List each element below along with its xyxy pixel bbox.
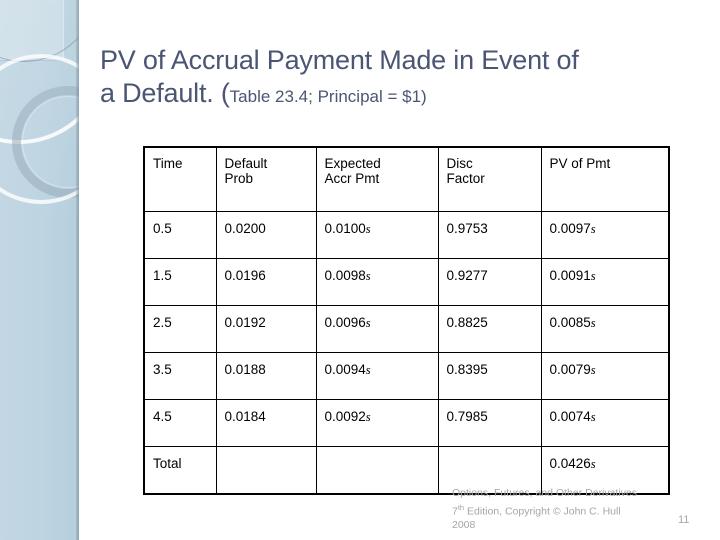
cell-expected-accr-pmt: 0.0098s	[315, 258, 439, 306]
cell-expected-accr-pmt: 0.0096s	[315, 305, 439, 353]
cell-default-prob: 0.0192	[215, 305, 317, 353]
page-title: PV of Accrual Payment Made in Event of a…	[100, 44, 680, 113]
spread-variable-symbol: s	[590, 269, 596, 283]
table-body: 0.5 0.0200 0.0100s 0.9753 0.0097s 1.5 0.…	[143, 211, 670, 495]
column-header-expected-accr-pmt-l1: Expected	[324, 156, 381, 171]
table-header: Time Default Prob Expected Accr Pmt Disc…	[143, 146, 670, 212]
cell-disc-factor: 0.8825	[437, 305, 542, 353]
band-shading	[0, 0, 79, 540]
column-header-time-l1: Time	[153, 156, 183, 171]
column-header-disc-factor-l1: Disc	[446, 156, 473, 171]
band-edge-line	[76, 0, 79, 540]
cell-expected-accr-pmt: 0.0092s	[315, 399, 439, 447]
title-line-2: a Default. (Table 23.4; Principal = $1)	[100, 77, 680, 113]
footer-line-2: 7th Edition, Copyright © John C. Hull	[452, 501, 682, 519]
footer-copyright-text: Edition, Copyright © John C. Hull	[464, 505, 621, 517]
spread-variable-symbol: s	[590, 222, 596, 236]
cell-pv-of-pmt: 0.0085s	[540, 305, 670, 353]
cell-pv-of-pmt: 0.0097s	[540, 211, 670, 259]
cell-pv-of-pmt: 0.0079s	[540, 352, 670, 400]
table-row: 2.5 0.0192 0.0096s 0.8825 0.0085s	[143, 305, 670, 353]
column-header-expected-accr-pmt: Expected Accr Pmt	[315, 146, 439, 212]
title-line-1: PV of Accrual Payment Made in Event of	[100, 45, 579, 75]
column-header-time: Time	[143, 146, 217, 212]
spread-variable-symbol: s	[590, 457, 596, 471]
title-line-2-main: a Default.	[100, 78, 221, 108]
column-header-disc-factor-l2: Factor	[446, 171, 485, 186]
column-header-default-prob-l1: Default	[224, 156, 268, 171]
spread-variable-symbol: s	[590, 410, 596, 424]
spread-variable-symbol: s	[365, 222, 371, 236]
title-paren-open: (	[220, 78, 230, 108]
footer-line-3: 2008	[452, 518, 476, 531]
cell-disc-factor: 0.8395	[437, 352, 542, 400]
cell-time: 0.5	[143, 211, 217, 259]
footer-line-1: Options, Futures, and Other Derivatives	[452, 487, 637, 499]
column-header-expected-accr-pmt-l2: Accr Pmt	[324, 171, 380, 186]
spread-variable-symbol: s	[590, 363, 596, 377]
footer-credit: Options, Futures, and Other Derivatives …	[452, 487, 682, 532]
table-row: 1.5 0.0196 0.0098s 0.9277 0.0091s	[143, 258, 670, 306]
cell-expected-accr-pmt: 0.0094s	[315, 352, 439, 400]
table-header-row: Time Default Prob Expected Accr Pmt Disc…	[143, 146, 670, 212]
cell-default-prob: 0.0200	[215, 211, 317, 259]
cell-expected-accr-pmt: 0.0100s	[315, 211, 439, 259]
column-header-pv-of-pmt: PV of Pmt	[540, 146, 670, 212]
cell-default-prob: 0.0188	[215, 352, 317, 400]
accrual-payment-table: Time Default Prob Expected Accr Pmt Disc…	[143, 146, 670, 495]
cell-pv-of-pmt: 0.0091s	[540, 258, 670, 306]
title-subnote: Table 23.4; Principal = $1)	[229, 87, 427, 106]
table-row: 0.5 0.0200 0.0100s 0.9753 0.0097s	[143, 211, 670, 259]
cell-total-expected-accr-pmt	[315, 446, 439, 495]
spread-variable-symbol: s	[365, 316, 371, 330]
cell-disc-factor: 0.7985	[437, 399, 542, 447]
column-header-disc-factor: Disc Factor	[437, 146, 542, 212]
column-header-default-prob: Default Prob	[215, 146, 317, 212]
cell-default-prob: 0.0196	[215, 258, 317, 306]
cell-time: 4.5	[143, 399, 217, 447]
spread-variable-symbol: s	[365, 363, 371, 377]
cell-total-label: Total	[143, 446, 217, 495]
cell-time: 1.5	[143, 258, 217, 306]
spread-variable-symbol: s	[365, 269, 371, 283]
column-header-default-prob-l2: Prob	[224, 171, 254, 186]
spread-variable-symbol: s	[365, 410, 371, 424]
table-row: 4.5 0.0184 0.0092s 0.7985 0.0074s	[143, 399, 670, 447]
cell-disc-factor: 0.9753	[437, 211, 542, 259]
cell-disc-factor: 0.9277	[437, 258, 542, 306]
cell-total-default-prob	[215, 446, 317, 495]
decorative-side-band	[0, 0, 79, 540]
cell-default-prob: 0.0184	[215, 399, 317, 447]
cell-time: 2.5	[143, 305, 217, 353]
table-row: 3.5 0.0188 0.0094s 0.8395 0.0079s	[143, 352, 670, 400]
cell-time: 3.5	[143, 352, 217, 400]
slide-number: 11	[678, 514, 690, 526]
spread-variable-symbol: s	[590, 316, 596, 330]
column-header-pv-of-pmt-l1: PV of Pmt	[549, 156, 611, 171]
cell-pv-of-pmt: 0.0074s	[540, 399, 670, 447]
